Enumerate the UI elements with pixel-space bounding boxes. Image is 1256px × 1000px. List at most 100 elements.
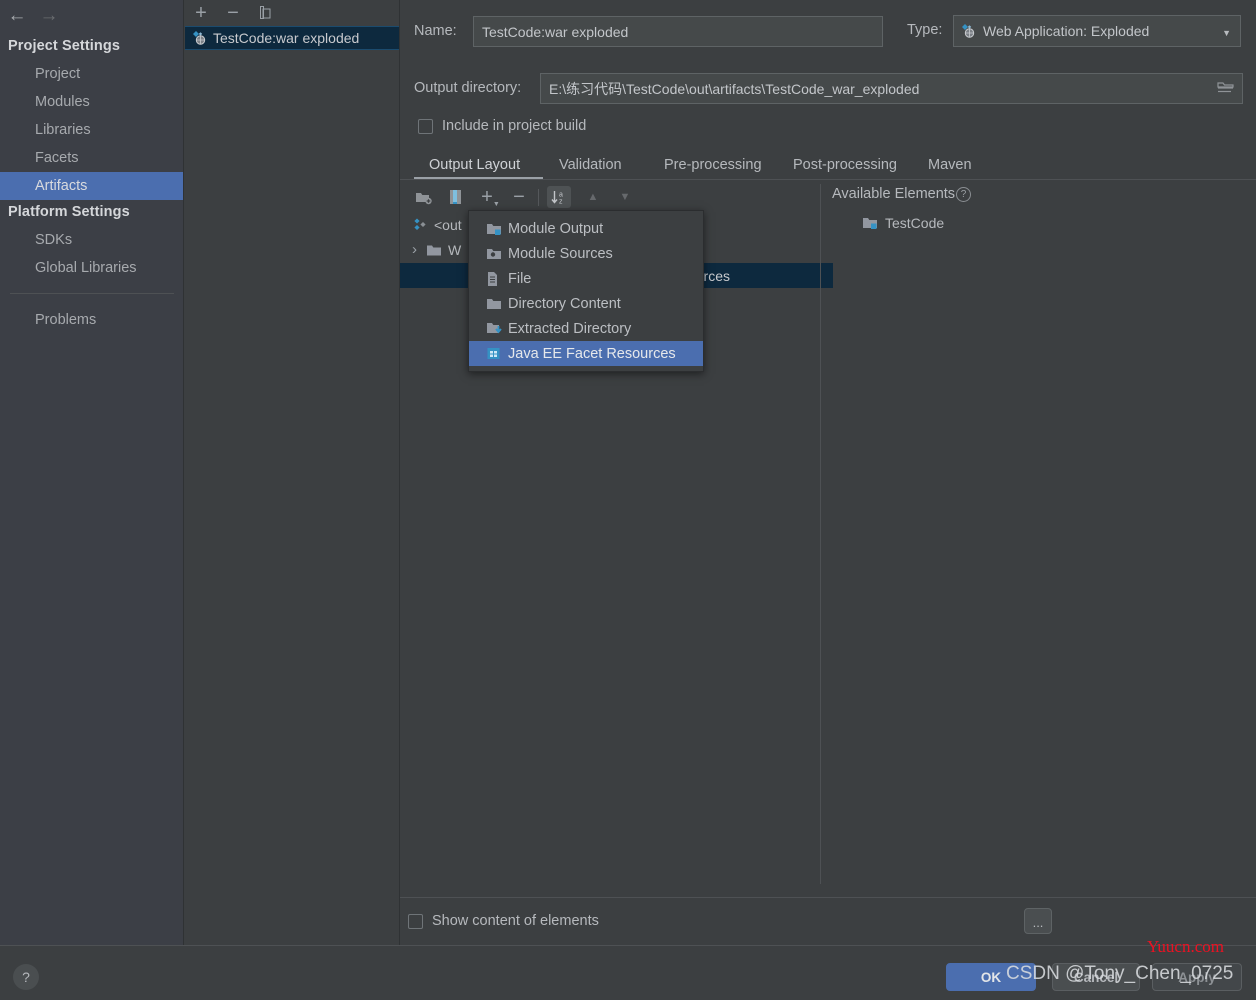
sidebar-item-problems[interactable]: Problems (0, 306, 184, 334)
include-in-project-build-checkbox[interactable]: Include in project build (418, 118, 586, 134)
menu-item-module-sources[interactable]: Module Sources (469, 241, 703, 266)
folder-open-icon[interactable] (1217, 81, 1234, 95)
sidebar-item-label: Project (35, 66, 81, 82)
type-select-value: Web Application: Exploded (983, 23, 1150, 39)
help-button[interactable]: ? (13, 964, 39, 990)
output-directory-value: E:\练习代码\TestCode\out\artifacts\TestCode_… (549, 80, 920, 97)
tab-maven[interactable]: Maven (928, 152, 972, 178)
sidebar-item-label: Facets (35, 150, 79, 166)
tab-label: Pre-processing (664, 157, 762, 173)
more-options-label: ... (1032, 915, 1044, 930)
remove-artifact-button[interactable]: − (222, 2, 244, 24)
sidebar-nav-arrows: ← → (0, 0, 184, 30)
sidebar-item-label: Problems (35, 312, 97, 328)
sidebar-divider (10, 293, 174, 294)
chevron-right-icon[interactable]: › (412, 241, 426, 258)
show-content-of-elements-label: Show content of elements (432, 913, 599, 929)
sort-az-icon[interactable]: a z (547, 186, 571, 208)
tree-row-label: <out (434, 216, 462, 233)
watermark-site: Yuucn.com (1147, 937, 1224, 956)
name-label: Name: (414, 23, 457, 39)
sidebar-item-label: Modules (35, 94, 90, 110)
arrow-up-icon[interactable]: ▲ (581, 186, 605, 208)
name-input[interactable]: TestCode:war exploded (473, 16, 883, 47)
bottom-divider (400, 897, 1256, 898)
menu-item-label: Module Output (508, 220, 604, 237)
output-layout-toolbar: + ▼ − a z ▲ ▼ (405, 184, 825, 210)
tab-label: Validation (559, 157, 622, 173)
arrow-left-icon[interactable]: ← (4, 3, 30, 27)
arrow-right-icon[interactable]: → (36, 3, 62, 27)
settings-sidebar: ← → Project Settings Project Modules Lib… (0, 0, 184, 945)
output-directory-label: Output directory: (414, 80, 522, 96)
menu-item-module-output[interactable]: Module Output (469, 216, 703, 241)
help-icon[interactable]: ? (956, 186, 972, 202)
sidebar-item-facets[interactable]: Facets (0, 144, 184, 172)
menu-item-java-ee-facet-resources[interactable]: Java EE Facet Resources (469, 341, 703, 366)
tab-validation[interactable]: Validation (559, 152, 622, 178)
arrow-down-icon[interactable]: ▼ (613, 186, 637, 208)
name-input-value: TestCode:war exploded (482, 23, 629, 40)
artifact-list-item[interactable]: TestCode:war exploded (185, 26, 400, 50)
tabs-divider (400, 179, 1256, 180)
svg-text:z: z (559, 199, 563, 206)
available-element-item[interactable]: TestCode (862, 215, 944, 231)
sidebar-item-sdks[interactable]: SDKs (0, 226, 184, 254)
sidebar-group-project-settings: Project Settings (8, 38, 120, 54)
editor-tabs: Output Layout Validation Pre-processing … (415, 152, 1255, 178)
menu-item-label: Extracted Directory (508, 320, 632, 337)
module-output-icon (486, 222, 508, 236)
tab-label: Maven (928, 157, 972, 173)
artifact-root-icon (412, 217, 428, 233)
copy-icon[interactable] (254, 2, 276, 24)
artifact-list-panel: + − TestCode:war exploded (184, 0, 400, 945)
help-glyph: ? (22, 969, 30, 985)
ok-label: OK (980, 969, 1002, 985)
menu-item-label: Module Sources (508, 245, 613, 262)
menu-item-label: Directory Content (508, 295, 621, 312)
menu-item-label: Java EE Facet Resources (508, 345, 676, 362)
javaee-facet-icon (486, 346, 508, 361)
sidebar-item-modules[interactable]: Modules (0, 88, 184, 116)
web-application-exploded-icon (960, 23, 976, 39)
sidebar-item-project[interactable]: Project (0, 60, 184, 88)
more-options-button[interactable]: ... (1024, 908, 1052, 934)
toolbar-separator (538, 189, 539, 206)
tab-label: Output Layout (429, 157, 521, 173)
output-directory-input[interactable]: E:\练习代码\TestCode\out\artifacts\TestCode_… (540, 73, 1243, 104)
minus-icon[interactable]: − (507, 186, 531, 208)
checkbox-box (408, 913, 423, 929)
directory-content-icon (486, 297, 508, 311)
sidebar-item-artifacts[interactable]: Artifacts (0, 172, 184, 200)
tab-output-layout[interactable]: Output Layout (429, 152, 520, 178)
show-content-of-elements-checkbox[interactable]: Show content of elements (408, 913, 599, 929)
menu-item-directory-content[interactable]: Directory Content (469, 291, 703, 316)
folder-icon (426, 243, 442, 257)
tab-post-processing[interactable]: Post-processing (793, 152, 897, 178)
sidebar-item-libraries[interactable]: Libraries (0, 116, 184, 144)
web-application-exploded-icon (191, 30, 207, 46)
type-label: Type: (907, 22, 943, 38)
available-element-label: TestCode (885, 215, 945, 231)
menu-item-file[interactable]: File (469, 266, 703, 291)
tab-label: Post-processing (793, 157, 897, 173)
type-select[interactable]: Web Application: Exploded ▼ (953, 15, 1241, 47)
sidebar-item-label: Artifacts (35, 178, 88, 194)
menu-item-extracted-directory[interactable]: Extracted Directory (469, 316, 703, 341)
add-artifact-button[interactable]: + (190, 2, 212, 24)
artifact-list-toolbar: + − (184, 0, 400, 26)
project-structure-dialog: ← → Project Settings Project Modules Lib… (0, 0, 1256, 1000)
tree-row-label: W (448, 241, 462, 258)
module-sources-icon (486, 247, 508, 261)
checkbox-box (418, 118, 433, 134)
watermark-user: CSDN @Tony_Chen_0725 (1006, 963, 1234, 984)
tab-pre-processing[interactable]: Pre-processing (664, 152, 762, 178)
plus-dropdown-icon[interactable]: + ▼ (475, 186, 500, 208)
sidebar-item-global-libraries[interactable]: Global Libraries (0, 254, 184, 282)
new-folder-icon[interactable] (411, 186, 435, 208)
archive-icon[interactable] (443, 186, 467, 208)
menu-item-label: File (508, 270, 532, 287)
sidebar-group-platform-settings: Platform Settings (8, 204, 130, 220)
chevron-down-icon[interactable]: ▼ (1222, 28, 1231, 38)
layout-available-divider (820, 184, 821, 884)
